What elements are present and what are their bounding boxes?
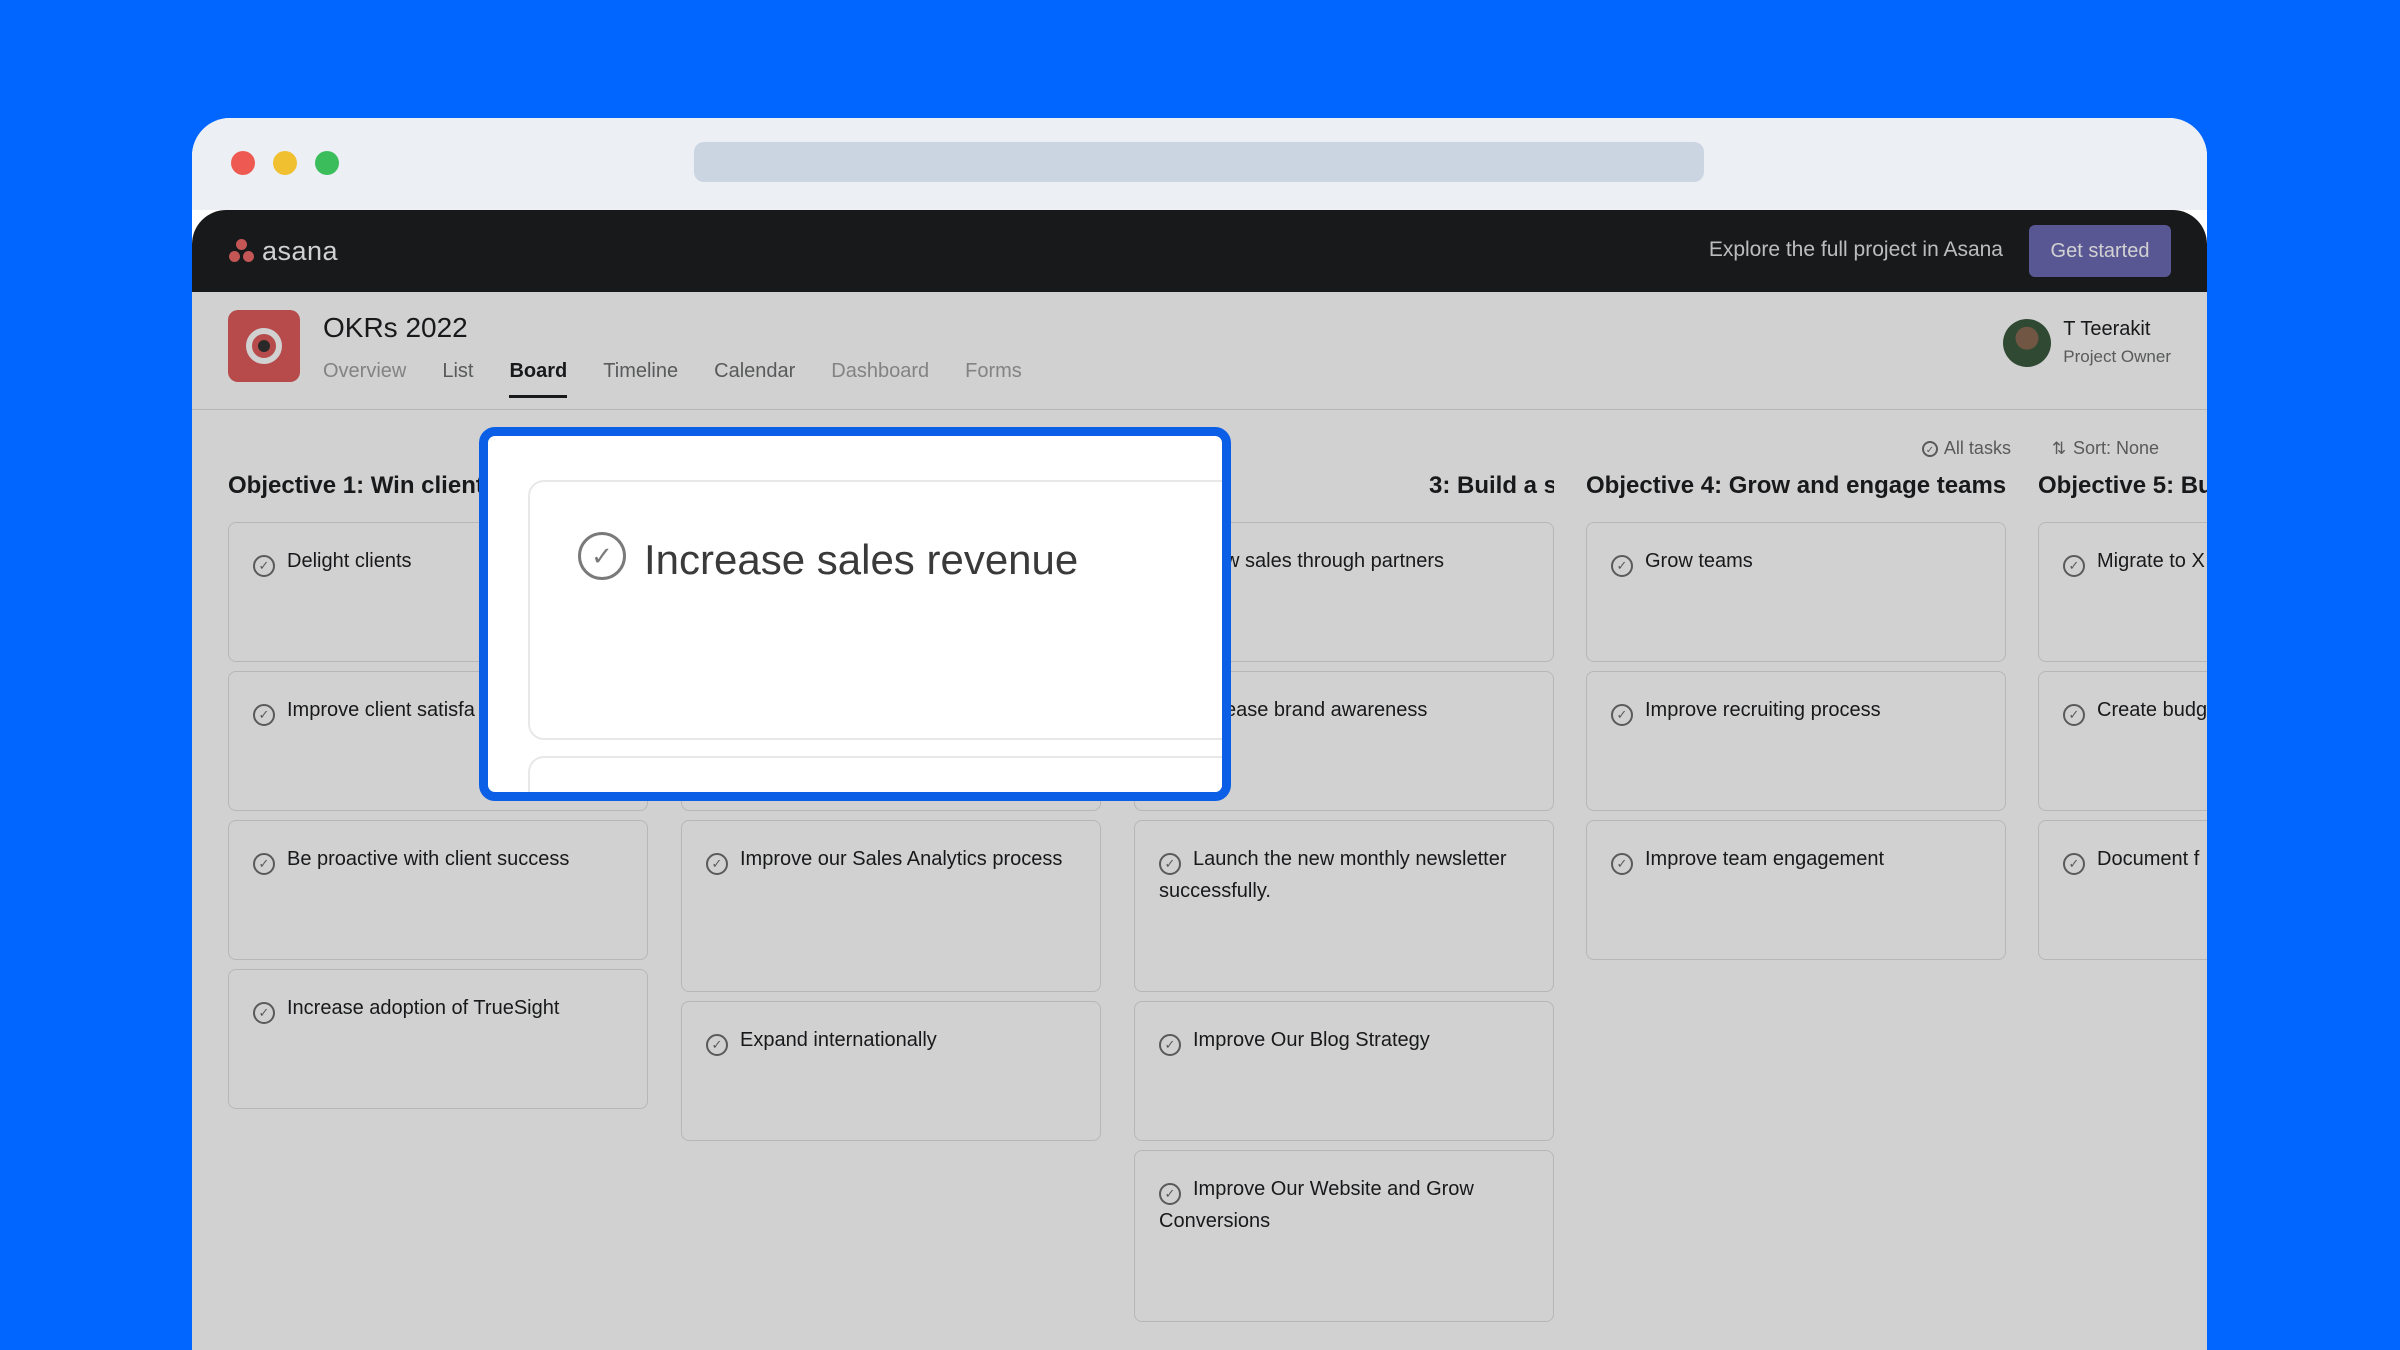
close-window-icon[interactable]	[231, 151, 255, 175]
maximize-window-icon[interactable]	[315, 151, 339, 175]
zoomed-task-card[interactable]: ✓ Increase sales revenue	[528, 480, 1222, 740]
check-circle-icon[interactable]: ✓	[578, 532, 626, 580]
zoomed-task-name: Increase sales revenue	[644, 536, 1079, 583]
zoomed-next-card	[528, 756, 1222, 792]
zoom-callout: ✓ Increase sales revenue	[479, 427, 1231, 801]
minimize-window-icon[interactable]	[273, 151, 297, 175]
browser-titlebar	[192, 118, 2207, 210]
address-bar[interactable]	[694, 142, 1704, 182]
